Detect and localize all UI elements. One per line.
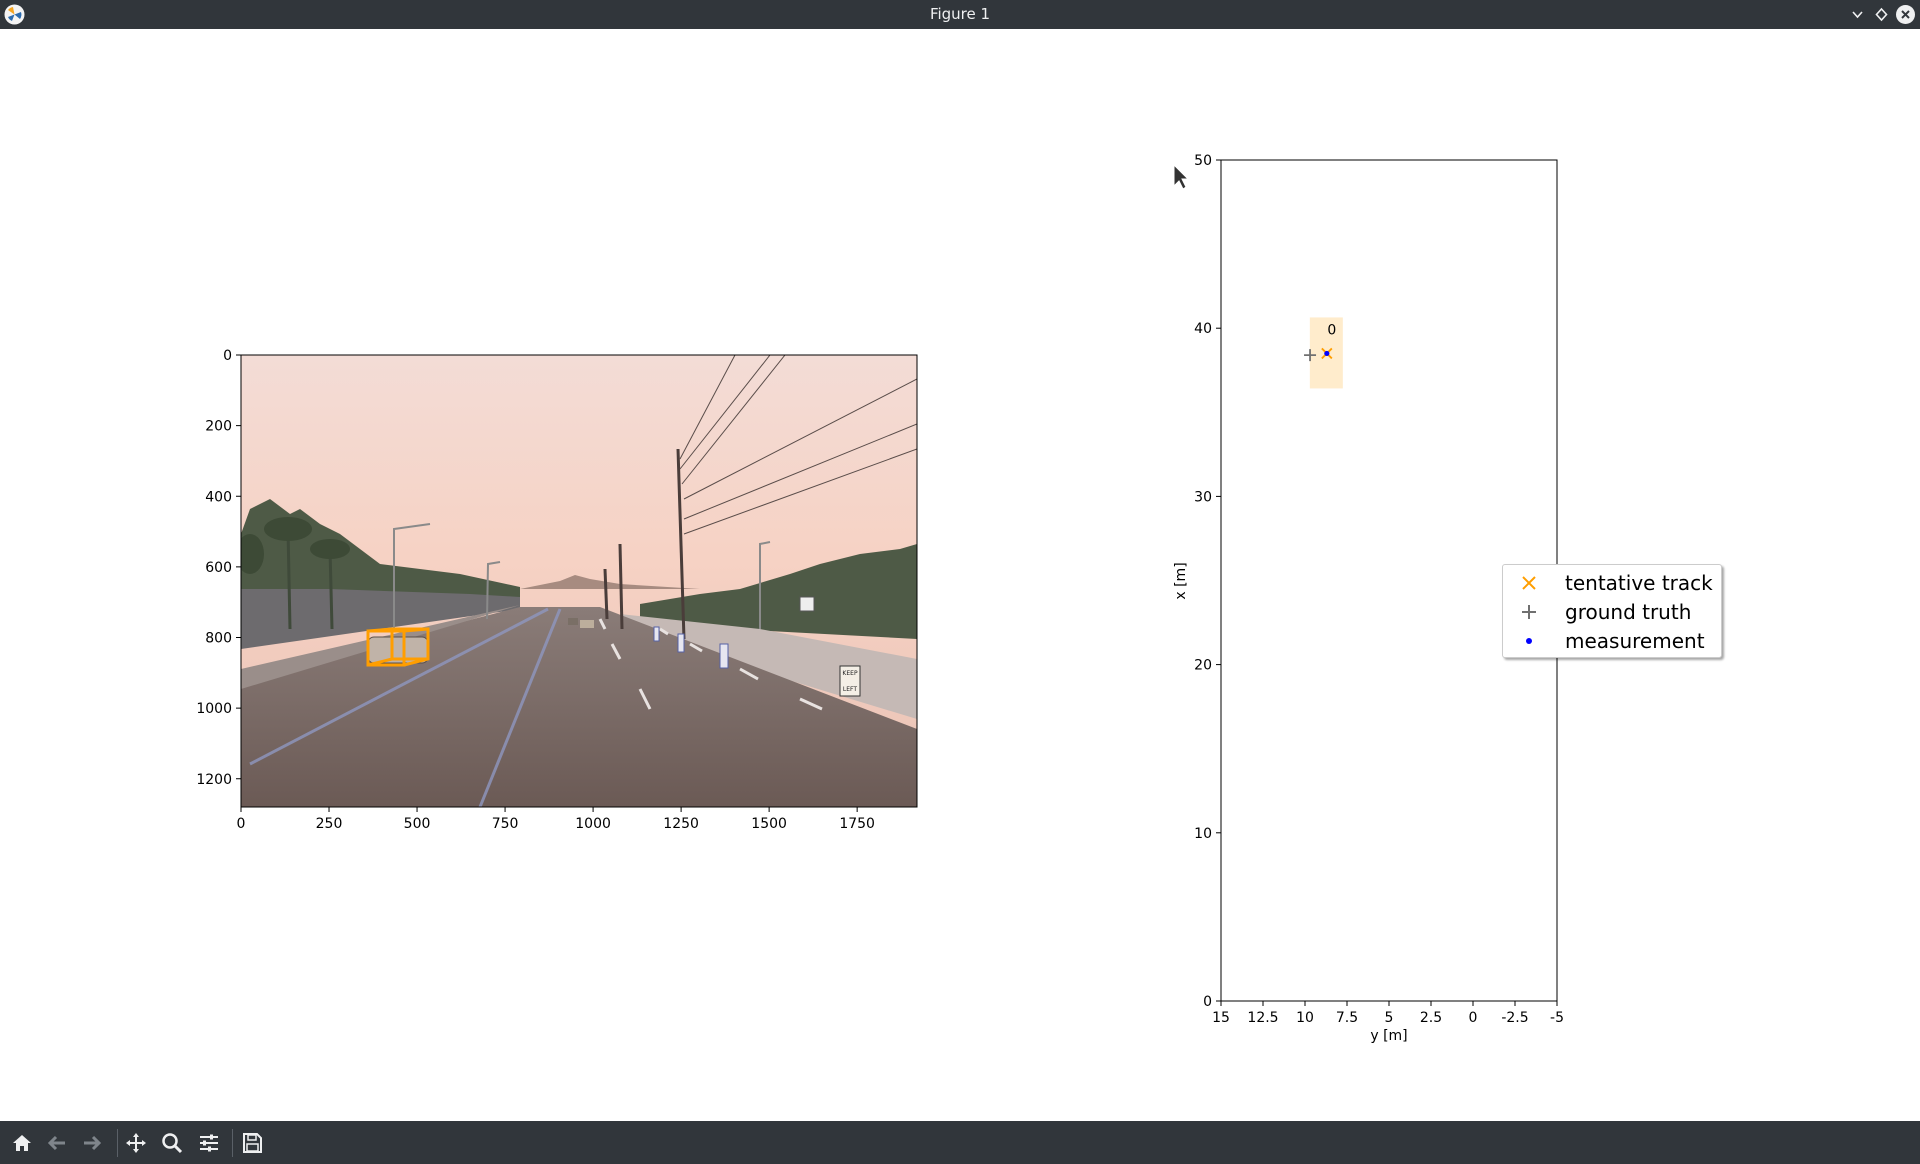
- home-button[interactable]: [8, 1129, 36, 1157]
- bev-legend: tentative track ground truth measurement: [1502, 564, 1722, 658]
- y-tick-label: 50: [1194, 153, 1212, 169]
- road-sign-text-2: LEFT: [843, 686, 857, 693]
- track-id-label: 0: [1327, 322, 1336, 338]
- pan-icon: [126, 1133, 146, 1153]
- x-tick-label: 1500: [751, 816, 787, 832]
- y-tick-label: 30: [1194, 489, 1212, 505]
- y-tick-label: 400: [205, 489, 232, 505]
- forward-button[interactable]: [78, 1129, 106, 1157]
- minimize-icon[interactable]: [1847, 4, 1868, 25]
- x-tick-label: 12.5: [1247, 1010, 1278, 1026]
- x-tick-label: 5: [1385, 1010, 1394, 1026]
- x-tick-label: 2.5: [1420, 1010, 1442, 1026]
- forward-arrow-icon: [84, 1135, 102, 1151]
- bev-x-axis-label: y [m]: [1370, 1028, 1407, 1044]
- y-tick-label: 600: [205, 560, 232, 576]
- toolbar-separator: [232, 1129, 233, 1157]
- dot-marker-icon: [1526, 638, 1532, 644]
- y-tick-label: 1200: [196, 772, 232, 788]
- zoom-button[interactable]: [158, 1129, 186, 1157]
- mouse-cursor-icon: [1173, 163, 1190, 190]
- configure-subplots-button[interactable]: [195, 1129, 223, 1157]
- save-button[interactable]: [238, 1129, 266, 1157]
- navigation-toolbar: [0, 1121, 1920, 1164]
- camera-x-ticks: 0 250 500 750 1000 1250 1500 1750: [237, 807, 875, 832]
- legend-label: measurement: [1565, 629, 1705, 653]
- x-tick-label: 1000: [575, 816, 611, 832]
- zoom-icon: [162, 1133, 183, 1154]
- camera-photo: KEEP LEFT: [241, 355, 917, 807]
- x-tick-label: 7.5: [1336, 1010, 1358, 1026]
- measurement-point: [1324, 350, 1330, 357]
- window-title: Figure 1: [929, 5, 991, 23]
- y-tick-label: 0: [223, 348, 232, 364]
- back-arrow-icon: [47, 1135, 65, 1151]
- save-icon: [243, 1133, 262, 1153]
- maximize-icon[interactable]: [1871, 4, 1892, 25]
- legend-label: ground truth: [1565, 600, 1692, 624]
- y-tick-label: 20: [1194, 658, 1212, 674]
- x-tick-label: 250: [316, 816, 343, 832]
- legend-item-measurement: measurement: [1503, 627, 1721, 655]
- bev-x-ticks: 15 12.5 10 7.5 5 2.5 0 -2.5 -5: [1212, 1001, 1564, 1026]
- bev-y-axis-label: x [m]: [1173, 562, 1189, 599]
- y-tick-label: 200: [205, 419, 232, 435]
- x-tick-label: 500: [404, 816, 431, 832]
- x-tick-label: 10: [1296, 1010, 1314, 1026]
- legend-item-tentative-track: tentative track: [1503, 569, 1721, 597]
- x-tick-label: 0: [237, 816, 246, 832]
- back-button[interactable]: [43, 1129, 71, 1157]
- x-tick-label: 15: [1212, 1010, 1230, 1026]
- configure-subplots-icon: [200, 1134, 218, 1152]
- x-tick-label: -2.5: [1501, 1010, 1528, 1026]
- x-marker-icon: [1522, 576, 1536, 590]
- y-tick-label: 10: [1194, 826, 1212, 842]
- x-tick-label: -5: [1550, 1010, 1564, 1026]
- x-tick-label: 0: [1469, 1010, 1478, 1026]
- close-icon[interactable]: [1895, 4, 1916, 25]
- x-tick-label: 1250: [663, 816, 699, 832]
- camera-image-axes: KEEP LEFT 0 250 500 750 1000 1250 1500 1…: [196, 348, 918, 832]
- camera-y-ticks: 0 200 400 600 800 1000 1200: [196, 348, 241, 788]
- plus-marker-icon: [1522, 605, 1536, 619]
- bev-y-ticks: 0 10 20 30 40 50: [1194, 153, 1221, 1010]
- window-titlebar: Figure 1: [0, 0, 1920, 29]
- home-icon: [13, 1135, 31, 1151]
- toolbar-separator: [117, 1129, 118, 1157]
- figure-canvas[interactable]: KEEP LEFT 0 250 500 750 1000 1250 1500 1…: [0, 29, 1920, 1121]
- legend-item-ground-truth: ground truth: [1503, 598, 1721, 626]
- y-tick-label: 0: [1203, 994, 1212, 1010]
- x-tick-label: 1750: [839, 816, 875, 832]
- y-tick-label: 1000: [196, 701, 232, 717]
- y-tick-label: 40: [1194, 321, 1212, 337]
- bev-data-marks: 0: [1304, 317, 1343, 389]
- y-tick-label: 800: [205, 631, 232, 647]
- road-sign-text-1: KEEP: [842, 670, 858, 677]
- legend-label: tentative track: [1565, 571, 1713, 595]
- x-tick-label: 750: [492, 816, 519, 832]
- pan-button[interactable]: [122, 1129, 150, 1157]
